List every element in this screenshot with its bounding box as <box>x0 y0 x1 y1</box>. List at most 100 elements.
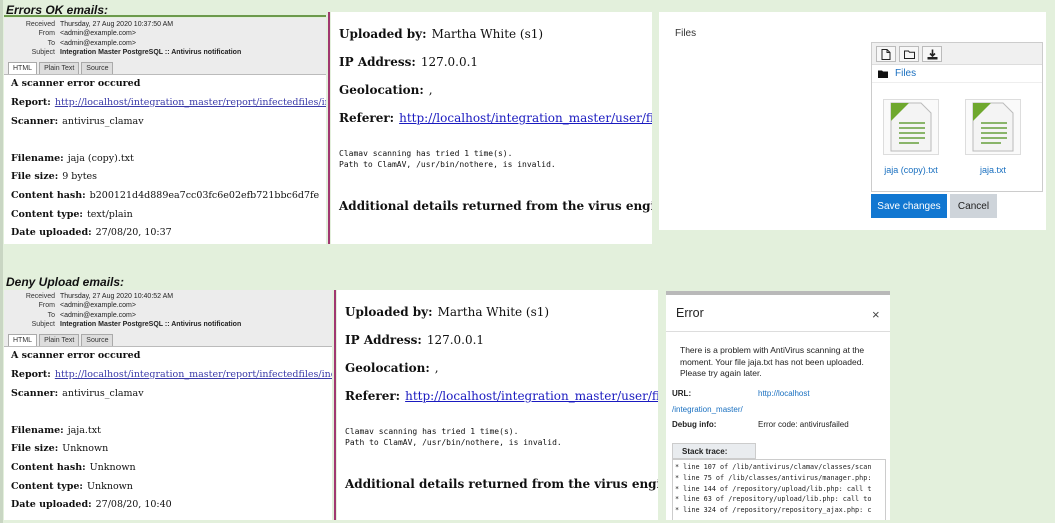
hash-line: Content hash: b200121d4d889ea7cc03fc6e02e… <box>11 189 320 201</box>
file-picker-panel: Files Files jaja (copy).txt jaja.txt Sav… <box>659 12 1046 230</box>
download-icon <box>927 49 937 59</box>
file-item[interactable]: jaja (copy).txt <box>876 99 946 175</box>
email-body: A scanner error occured Report: http://lo… <box>4 75 326 242</box>
folder-filled-icon <box>878 70 888 78</box>
stack-line: * line 144 of /repository/upload/lib.php… <box>675 484 872 493</box>
ip-line: IP Address: 127.0.0.1 <box>345 333 485 347</box>
filename-line: Filename: jaja (copy).txt <box>11 152 134 164</box>
uploaded-by-line: Uploaded by: Martha White (s1) <box>339 27 544 41</box>
type-line: Content type: Unknown <box>11 480 133 492</box>
email-heading: A scanner error occured <box>11 78 141 90</box>
header-subject: Subject Integration Master PostgreSQL :: … <box>31 321 242 329</box>
scan-message-1: Clamav scanning has tried 1 time(s). <box>339 149 513 158</box>
text-file-icon <box>972 102 1014 152</box>
header-from: From <admin@example.com> <box>38 30 136 38</box>
geo-line: Geolocation:, <box>345 361 439 375</box>
filesize-line: File size: Unknown <box>11 443 109 455</box>
details-panel-deny: Uploaded by: Martha White (s1) IP Address… <box>337 290 658 520</box>
file-manager: Files jaja (copy).txt jaja.txt <box>871 42 1043 192</box>
folder-icon <box>903 50 915 59</box>
text-file-thumbnail <box>965 99 1021 155</box>
stack-line: * line 107 of /lib/antivirus/clamav/clas… <box>675 463 872 471</box>
report-link[interactable]: http://localhost/integration_master/repo… <box>55 369 332 380</box>
ip-line: IP Address: 127.0.0.1 <box>339 55 479 69</box>
cancel-button[interactable]: Cancel <box>950 194 997 218</box>
tab-html[interactable]: HTML <box>8 61 38 74</box>
page-left-edge <box>0 0 3 523</box>
add-file-button[interactable] <box>876 46 896 62</box>
dialog-title-divider <box>666 331 890 332</box>
stack-line: * line 324 of /repository/repository_aja… <box>675 506 872 515</box>
file-name: jaja (copy).txt <box>884 165 938 175</box>
files-label: Files <box>675 28 697 39</box>
file-name: jaja.txt <box>979 165 1006 175</box>
scan-message-1: Clamav scanning has tried 1 time(s). <box>345 427 519 436</box>
geo-line: Geolocation:, <box>339 83 433 97</box>
path-files-link[interactable]: Files <box>895 68 916 79</box>
debug-label: Debug info: <box>672 420 717 429</box>
details-panel-ok: Uploaded by: Martha White (s1) IP Address… <box>331 12 652 244</box>
scanner-line: Scanner: antivirus_clamav <box>11 115 144 127</box>
header-received: Received Thursday, 27 Aug 2020 10:40:52 A… <box>25 293 174 300</box>
text-file-icon <box>890 102 932 152</box>
file-manager-toolbar <box>872 43 1042 65</box>
save-changes-button[interactable]: Save changes <box>871 194 947 218</box>
email-heading: A scanner error occured <box>11 350 141 362</box>
error-message: There is a problem with AntiVirus scanni… <box>680 345 865 378</box>
scan-message-2: Path to ClamAV, /usr/bin/nothere, is inv… <box>339 160 556 169</box>
title-underline <box>4 15 326 17</box>
referer-link[interactable]: http://localhost/integration_master/user… <box>399 111 652 125</box>
additional-details-heading: Additional details returned from the vir… <box>339 199 652 213</box>
stack-line: * line 75 of /lib/classes/antivirus/mana… <box>675 473 872 482</box>
tab-plain-text[interactable]: Plain Text <box>39 61 80 74</box>
referer-link[interactable]: http://localhost/integration_master/user… <box>405 389 658 403</box>
tab-plain-text[interactable]: Plain Text <box>39 333 80 346</box>
email-preview-deny: Received Thursday, 27 Aug 2020 10:40:52 A… <box>4 290 332 520</box>
url-label: URL: <box>672 389 692 398</box>
filename-line: Filename: jaja.txt <box>11 424 101 436</box>
header-received: Received Thursday, 27 Aug 2020 10:37:50 A… <box>25 21 174 28</box>
url-value-1[interactable]: http://localhost <box>758 389 810 398</box>
filesize-line: File size: 9 bytes <box>11 171 98 183</box>
referer-line: Referer: http://localhost/integration_mas… <box>339 104 652 132</box>
scanner-line: Scanner: antivirus_clamav <box>11 387 144 399</box>
header-to: To <admin@example.com> <box>47 311 136 319</box>
email-view-tabs: HTML Plain Text Source <box>4 331 332 347</box>
header-subject: Subject Integration Master PostgreSQL :: … <box>31 49 242 57</box>
referer-line: Referer: http://localhost/integration_mas… <box>345 382 658 410</box>
report-line: Report: http://localhost/integration_mast… <box>11 93 326 112</box>
report-line: Report: http://localhost/integration_mast… <box>11 365 332 384</box>
file-path-breadcrumb: Files <box>872 65 1042 83</box>
report-link[interactable]: http://localhost/integration_master/repo… <box>55 97 326 108</box>
dialog-title: Error <box>676 306 704 320</box>
download-button[interactable] <box>922 46 942 62</box>
header-from: From <admin@example.com> <box>38 302 136 310</box>
stack-line: * line 63 of /repository/upload/lib.php:… <box>675 495 872 504</box>
scan-message-2: Path to ClamAV, /usr/bin/nothere, is inv… <box>345 438 562 447</box>
divider-deny <box>334 290 336 520</box>
debug-value: Error code: antivirusfailed <box>758 420 849 429</box>
email-headers: Received Thursday, 27 Aug 2020 10:40:52 A… <box>4 290 332 332</box>
email-preview-ok: Received Thursday, 27 Aug 2020 10:37:50 A… <box>4 18 326 244</box>
tab-source[interactable]: Source <box>81 333 114 346</box>
email-body: A scanner error occured Report: http://lo… <box>4 347 332 514</box>
url-value-2[interactable]: /integration_master/ <box>672 405 743 414</box>
create-folder-button[interactable] <box>899 46 919 62</box>
date-line: Date uploaded: 27/08/20, 10:40 <box>11 499 172 511</box>
close-button[interactable]: × <box>872 307 880 322</box>
divider-ok <box>328 12 330 244</box>
tab-source[interactable]: Source <box>81 61 114 74</box>
stack-trace-button[interactable]: Stack trace: <box>672 443 756 459</box>
stack-trace-box: * line 107 of /lib/antivirus/clamav/clas… <box>672 459 886 520</box>
tab-html[interactable]: HTML <box>8 333 38 346</box>
text-file-thumbnail <box>883 99 939 155</box>
uploaded-by-line: Uploaded by: Martha White (s1) <box>345 305 550 319</box>
email-view-tabs: HTML Plain Text Source <box>4 59 326 75</box>
section-title-deny-upload: Deny Upload emails: <box>6 275 125 289</box>
file-item[interactable]: jaja.txt <box>958 99 1028 175</box>
email-headers: Received Thursday, 27 Aug 2020 10:37:50 A… <box>4 18 326 60</box>
hash-line: Content hash: Unknown <box>11 461 136 473</box>
additional-details-heading: Additional details returned from the vir… <box>345 477 658 491</box>
error-dialog: Error × There is a problem with AntiViru… <box>666 291 890 520</box>
date-line: Date uploaded: 27/08/20, 10:37 <box>11 227 172 239</box>
